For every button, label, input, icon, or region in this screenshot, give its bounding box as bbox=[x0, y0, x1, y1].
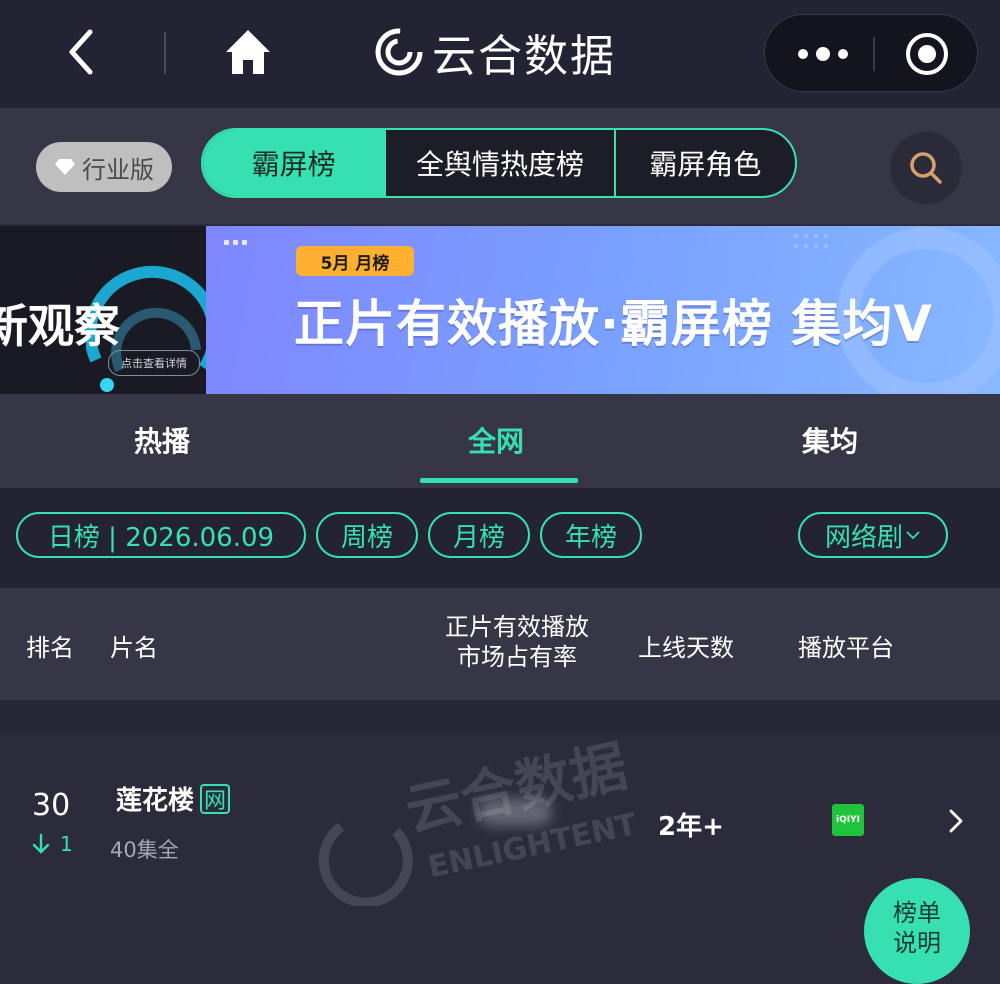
top-navigation-bar: 云合数据 bbox=[0, 0, 1000, 108]
segment-public-opinion-heat[interactable]: 全舆情热度榜 bbox=[384, 130, 614, 196]
row-rank: 30 bbox=[32, 788, 71, 823]
header-platform: 播放平台 bbox=[798, 634, 894, 662]
header-days-online: 上线天数 bbox=[638, 634, 734, 662]
drama-title-group: 莲花楼 网 bbox=[116, 780, 231, 817]
industry-edition-badge[interactable]: 行业版 bbox=[36, 142, 172, 192]
divider bbox=[164, 32, 166, 74]
table-spacer bbox=[0, 700, 1000, 734]
daily-date-chip[interactable]: 日榜 | 2026.06.09 bbox=[16, 512, 306, 558]
view-details-button[interactable]: 点击查看详情 bbox=[108, 350, 200, 376]
chevron-right-icon[interactable] bbox=[946, 808, 966, 834]
fab-line1: 榜单 bbox=[893, 899, 941, 927]
filter-bar: 日榜 | 2026.06.09 周榜 月榜 年榜 网络剧 bbox=[0, 488, 1000, 588]
header-market-share: 正片有效播放 市场占有率 bbox=[430, 612, 604, 672]
banner-slide-current[interactable]: 5月 月榜 正片有效播放·霸屏榜 集均V bbox=[206, 226, 1000, 394]
drama-title: 莲花楼 bbox=[116, 786, 195, 816]
diamond-icon bbox=[55, 159, 75, 175]
rank-change: 1 bbox=[32, 832, 73, 856]
table-row[interactable]: 30 1 莲花楼 网 40集全 2年+ iQIYI bbox=[0, 734, 1000, 951]
ranking-type-bar: 行业版 霸屏榜 全舆情热度榜 霸屏角色 bbox=[0, 108, 1000, 224]
market-share-blurred bbox=[478, 798, 552, 826]
search-button[interactable] bbox=[890, 132, 962, 204]
scope-tabs: 热播 全网 集均 bbox=[0, 394, 1000, 488]
industry-badge-label: 行业版 bbox=[82, 155, 154, 184]
header-title: 片名 bbox=[110, 634, 158, 662]
ring-dot bbox=[100, 378, 114, 392]
yunhe-logo-icon bbox=[375, 28, 423, 76]
rank-change-value: 1 bbox=[60, 832, 73, 856]
category-label: 网络剧 bbox=[824, 522, 903, 553]
close-mini-program-icon[interactable] bbox=[903, 30, 951, 78]
banner-month-tag: 5月 月榜 bbox=[296, 246, 414, 276]
fab-line2: 说明 bbox=[893, 929, 941, 957]
segment-bapingbang[interactable]: 霸屏榜 bbox=[203, 130, 385, 196]
mini-program-capsule bbox=[764, 14, 978, 92]
banner-slide-previous[interactable]: 新观察 点击查看详情 bbox=[0, 226, 206, 394]
back-button[interactable] bbox=[58, 22, 106, 82]
iqiyi-platform-icon: iQIYI bbox=[832, 804, 864, 836]
tab-hot[interactable]: 热播 bbox=[134, 420, 190, 460]
arrow-down-icon bbox=[32, 833, 50, 854]
header-market-share-line1: 正片有效播放 bbox=[445, 613, 589, 641]
app-brand: 云合数据 bbox=[374, 22, 616, 82]
tab-per-episode[interactable]: 集均 bbox=[802, 420, 858, 460]
capsule-divider bbox=[873, 37, 875, 71]
monthly-chip[interactable]: 月榜 bbox=[428, 512, 530, 558]
ranking-explanation-button[interactable]: 榜单 说明 bbox=[864, 878, 970, 984]
banner-headline: 正片有效播放·霸屏榜 集均V bbox=[294, 295, 934, 353]
more-options-icon[interactable] bbox=[793, 37, 853, 71]
weekly-chip[interactable]: 周榜 bbox=[316, 512, 418, 558]
search-icon bbox=[910, 152, 942, 184]
header-rank: 排名 bbox=[26, 634, 74, 662]
segment-top-characters[interactable]: 霸屏角色 bbox=[613, 130, 795, 196]
home-button[interactable] bbox=[220, 24, 276, 80]
home-icon bbox=[226, 30, 270, 74]
app-title: 云合数据 bbox=[432, 31, 616, 82]
episode-count: 40集全 bbox=[110, 838, 179, 862]
header-market-share-line2: 市场占有率 bbox=[457, 643, 577, 671]
web-drama-tag: 网 bbox=[200, 783, 231, 814]
banner-left-text: 新观察 bbox=[0, 299, 120, 353]
ranking-segmented-control: 霸屏榜 全舆情热度榜 霸屏角色 bbox=[201, 128, 797, 198]
active-tab-indicator bbox=[420, 478, 578, 483]
chevron-down-icon bbox=[906, 531, 920, 540]
yearly-chip[interactable]: 年榜 bbox=[540, 512, 642, 558]
category-dropdown[interactable]: 网络剧 bbox=[798, 512, 948, 558]
tab-all-network[interactable]: 全网 bbox=[468, 420, 524, 460]
days-online: 2年+ bbox=[658, 812, 724, 842]
table-header: 排名 片名 正片有效播放 市场占有率 上线天数 播放平台 bbox=[0, 588, 1000, 700]
banner-pagination bbox=[224, 240, 247, 245]
chevron-left-icon bbox=[69, 29, 93, 75]
